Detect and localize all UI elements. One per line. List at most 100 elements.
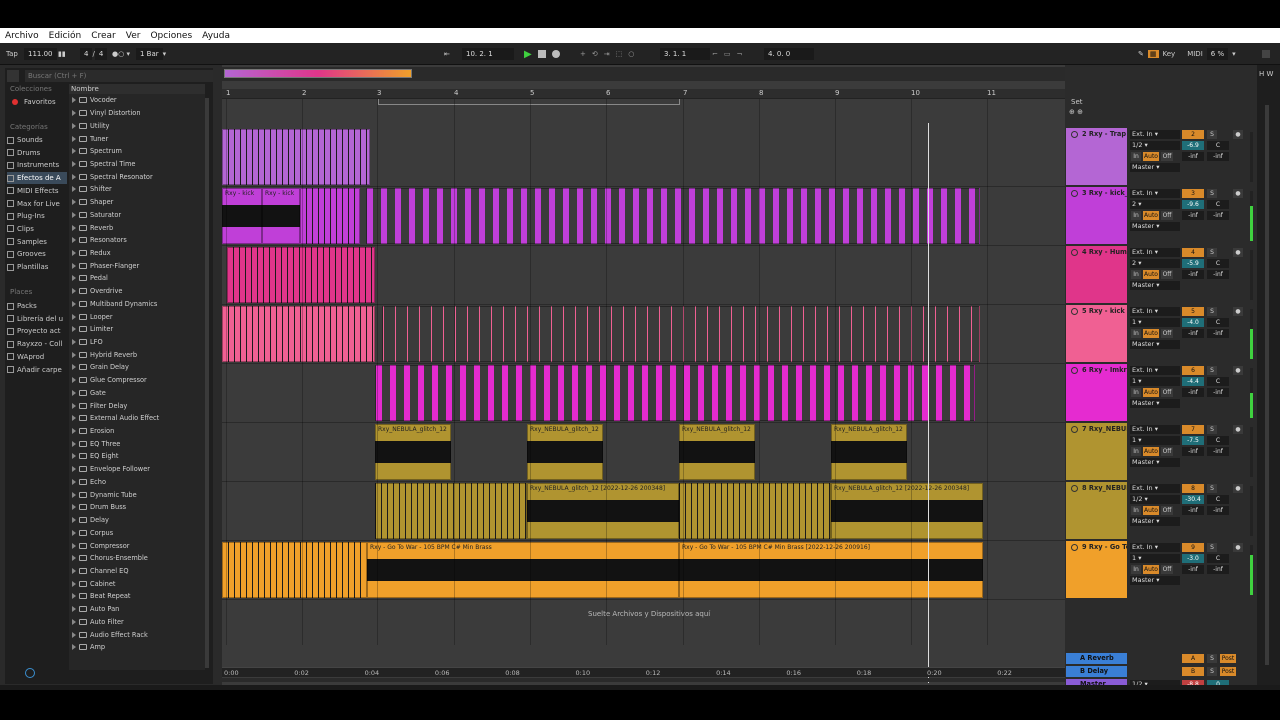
browser-item[interactable]: Pedal [69, 272, 205, 285]
expand-arrow-icon[interactable] [72, 122, 76, 129]
expand-arrow-icon[interactable] [72, 199, 76, 206]
tap-button[interactable]: Tap [6, 50, 18, 58]
browser-item[interactable]: Gate [69, 387, 205, 400]
send-a-field[interactable]: -inf [1182, 329, 1204, 338]
output-select[interactable]: Master ▾ [1130, 399, 1180, 408]
audio-clip[interactable]: Rxy_NEBULA_glitch_12 [375, 424, 451, 480]
input-type-select[interactable]: Ext. In ▾ [1130, 248, 1180, 257]
monitor-auto-button[interactable]: Auto [1143, 211, 1159, 220]
browser-help-icon[interactable] [25, 668, 35, 678]
pan-field[interactable]: C [1207, 495, 1229, 504]
expand-arrow-icon[interactable] [72, 580, 76, 587]
browser-item[interactable]: Shifter [69, 183, 205, 196]
browser-item[interactable]: Drum Buss [69, 501, 205, 514]
category-plug-ins[interactable]: Plug-Ins [7, 210, 67, 222]
loop-brace[interactable] [378, 99, 680, 105]
browser-item[interactable]: Redux [69, 247, 205, 260]
browser-item[interactable]: Delay [69, 514, 205, 527]
place-item[interactable]: WAprod [7, 351, 67, 363]
browser-favorites[interactable]: Favoritos [7, 96, 67, 108]
punch-out-icon[interactable]: ¬ [737, 50, 743, 58]
input-channel-select[interactable]: 2 ▾ [1130, 200, 1180, 209]
track-lane[interactable] [222, 246, 1065, 305]
pan-field[interactable]: C [1207, 141, 1229, 150]
menu-edicion[interactable]: Edición [44, 31, 87, 41]
menu-crear[interactable]: Crear [86, 31, 121, 41]
solo-button[interactable]: S [1207, 307, 1217, 316]
category-grooves[interactable]: Grooves [7, 248, 67, 260]
input-channel-select[interactable]: 1/2 ▾ [1130, 141, 1180, 150]
metro-toggle-icon[interactable]: ●○ ▾ [112, 50, 130, 58]
send-a-field[interactable]: -inf [1182, 506, 1204, 515]
pan-field[interactable]: C [1207, 200, 1229, 209]
input-channel-select[interactable]: 1 ▾ [1130, 377, 1180, 386]
input-type-select[interactable]: Ext. In ▾ [1130, 130, 1180, 139]
expand-arrow-icon[interactable] [72, 466, 76, 473]
audio-clip[interactable] [382, 306, 980, 362]
overview-zoom-h[interactable]: H W [1259, 70, 1273, 78]
browser-item[interactable]: Shaper [69, 196, 205, 209]
solo-button[interactable]: S [1207, 543, 1217, 552]
expand-arrow-icon[interactable] [72, 97, 76, 104]
track-lane[interactable]: Rxy - Go To War - 105 BPM C# Min Brass Rx… [222, 541, 1065, 600]
solo-button[interactable]: S [1207, 248, 1217, 257]
browser-item[interactable]: Dynamic Tube [69, 488, 205, 501]
expand-arrow-icon[interactable] [72, 288, 76, 295]
expand-arrow-icon[interactable] [72, 313, 76, 320]
expand-arrow-icon[interactable] [72, 402, 76, 409]
column-header-name[interactable]: Nombre [69, 84, 205, 94]
return-activator[interactable]: B [1182, 667, 1204, 676]
category-midi-effects[interactable]: MIDI Effects [7, 185, 67, 197]
track-fold-icon[interactable] [1071, 485, 1078, 492]
output-select[interactable]: Master ▾ [1130, 340, 1180, 349]
place-item[interactable]: Añadir carpe [7, 364, 67, 376]
browser-item[interactable]: Reverb [69, 221, 205, 234]
expand-arrow-icon[interactable] [72, 351, 76, 358]
input-type-select[interactable]: Ext. In ▾ [1130, 425, 1180, 434]
expand-arrow-icon[interactable] [72, 135, 76, 142]
browser-item[interactable]: Limiter [69, 323, 205, 336]
monitor-auto-button[interactable]: Auto [1143, 565, 1159, 574]
audio-clip[interactable]: Rxy - kick [262, 188, 300, 244]
browser-item[interactable]: Resonators [69, 234, 205, 247]
track-header[interactable]: 5 Rxy - kick [1066, 305, 1127, 362]
send-a-field[interactable]: -inf [1182, 270, 1204, 279]
expand-arrow-icon[interactable] [72, 428, 76, 435]
monitor-in-button[interactable]: In [1131, 506, 1141, 515]
output-select[interactable]: Master ▾ [1130, 458, 1180, 467]
track-fold-icon[interactable] [1071, 249, 1078, 256]
pan-field[interactable]: C [1207, 318, 1229, 327]
overview-strip[interactable] [222, 67, 1065, 81]
monitor-off-button[interactable]: Off [1161, 388, 1173, 397]
audio-clip[interactable] [222, 306, 375, 362]
track-lane[interactable] [222, 305, 1065, 364]
track-header[interactable]: 9 Rxy - Go To [1066, 541, 1127, 598]
category-drums[interactable]: Drums [7, 147, 67, 159]
monitor-off-button[interactable]: Off [1161, 447, 1173, 456]
track-header[interactable]: 8 Rxy_NEBUL [1066, 482, 1127, 539]
input-type-select[interactable]: Ext. In ▾ [1130, 366, 1180, 375]
expand-arrow-icon[interactable] [72, 593, 76, 600]
menu-ayuda[interactable]: Ayuda [197, 31, 235, 41]
monitor-auto-button[interactable]: Auto [1143, 329, 1159, 338]
volume-field[interactable]: -9.6 [1182, 200, 1204, 209]
category-sounds[interactable]: Sounds [7, 134, 67, 146]
solo-button[interactable]: S [1207, 366, 1217, 375]
browser-item[interactable]: Glue Compressor [69, 374, 205, 387]
monitor-in-button[interactable]: In [1131, 329, 1141, 338]
punch-in-icon[interactable]: ⌐ [712, 50, 718, 58]
audio-clip[interactable]: Rxy_NEBULA_glitch_12 [2022-12-26 200348] [831, 483, 983, 539]
audio-clip[interactable] [366, 188, 980, 244]
metronome-icon[interactable]: ▮▮ [58, 50, 66, 58]
loop-length-field[interactable]: 4. 0. 0 [764, 48, 814, 60]
expand-arrow-icon[interactable] [72, 364, 76, 371]
send-a-field[interactable]: -inf [1182, 565, 1204, 574]
expand-arrow-icon[interactable] [72, 224, 76, 231]
track-lane[interactable]: Rxy_NEBULA_glitch_12 [2022-12-26 200348]… [222, 482, 1065, 541]
expand-arrow-icon[interactable] [72, 148, 76, 155]
input-channel-select[interactable]: 1 ▾ [1130, 554, 1180, 563]
track-activator[interactable]: 2 [1182, 130, 1204, 139]
session-rec-icon[interactable]: ⬚ [616, 50, 623, 58]
track-lane[interactable]: Rxy_NEBULA_glitch_12 Rxy_NEBULA_glitch_12… [222, 423, 1065, 482]
volume-field[interactable]: -7.5 [1182, 436, 1204, 445]
